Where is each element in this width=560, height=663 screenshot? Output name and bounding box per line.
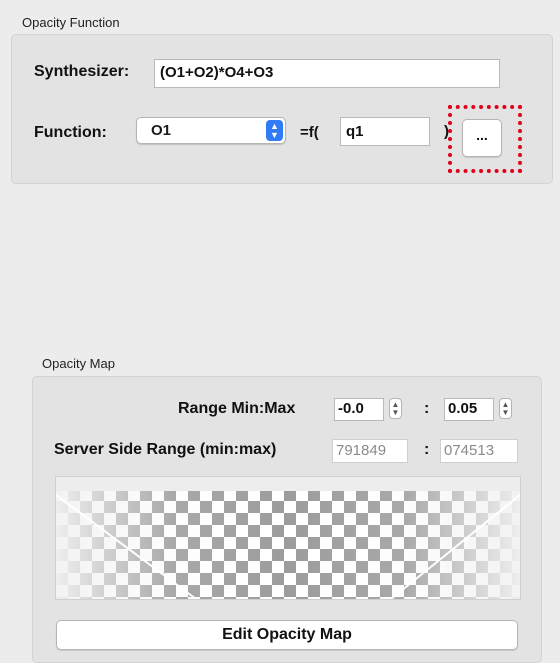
synthesizer-input[interactable]: (O1+O2)*O4+O3 [154, 59, 500, 88]
equals-f-label: =f( [300, 124, 319, 141]
range-label: Range Min:Max [178, 400, 296, 417]
opacity-map-preview[interactable] [55, 476, 521, 600]
synthesizer-label: Synthesizer: [34, 63, 130, 80]
function-label: Function: [34, 124, 107, 141]
range-min-input[interactable]: -0.0 [334, 398, 384, 421]
range-min-stepper[interactable]: ▲ ▼ [389, 398, 402, 419]
server-range-label: Server Side Range (min:max) [54, 441, 277, 458]
opacity-map-title: Opacity Map [42, 356, 115, 371]
server-max-field: 074513 [440, 439, 518, 463]
server-separator: : [424, 441, 430, 458]
highlight-box [448, 105, 522, 173]
function-argument-input[interactable]: q1 [340, 117, 430, 146]
chevron-up-down-icon: ▲ ▼ [266, 120, 283, 141]
range-max-input[interactable]: 0.05 [444, 398, 494, 421]
opacity-map-canvas [56, 477, 520, 599]
range-max-stepper[interactable]: ▲ ▼ [499, 398, 512, 419]
function-selected-value: O1 [151, 122, 172, 139]
opacity-function-title: Opacity Function [22, 15, 120, 30]
function-select[interactable]: O1 ▲ ▼ [136, 117, 286, 144]
range-separator: : [424, 400, 430, 417]
edit-opacity-map-button[interactable]: Edit Opacity Map [56, 620, 518, 650]
server-min-field: 791849 [332, 439, 408, 463]
